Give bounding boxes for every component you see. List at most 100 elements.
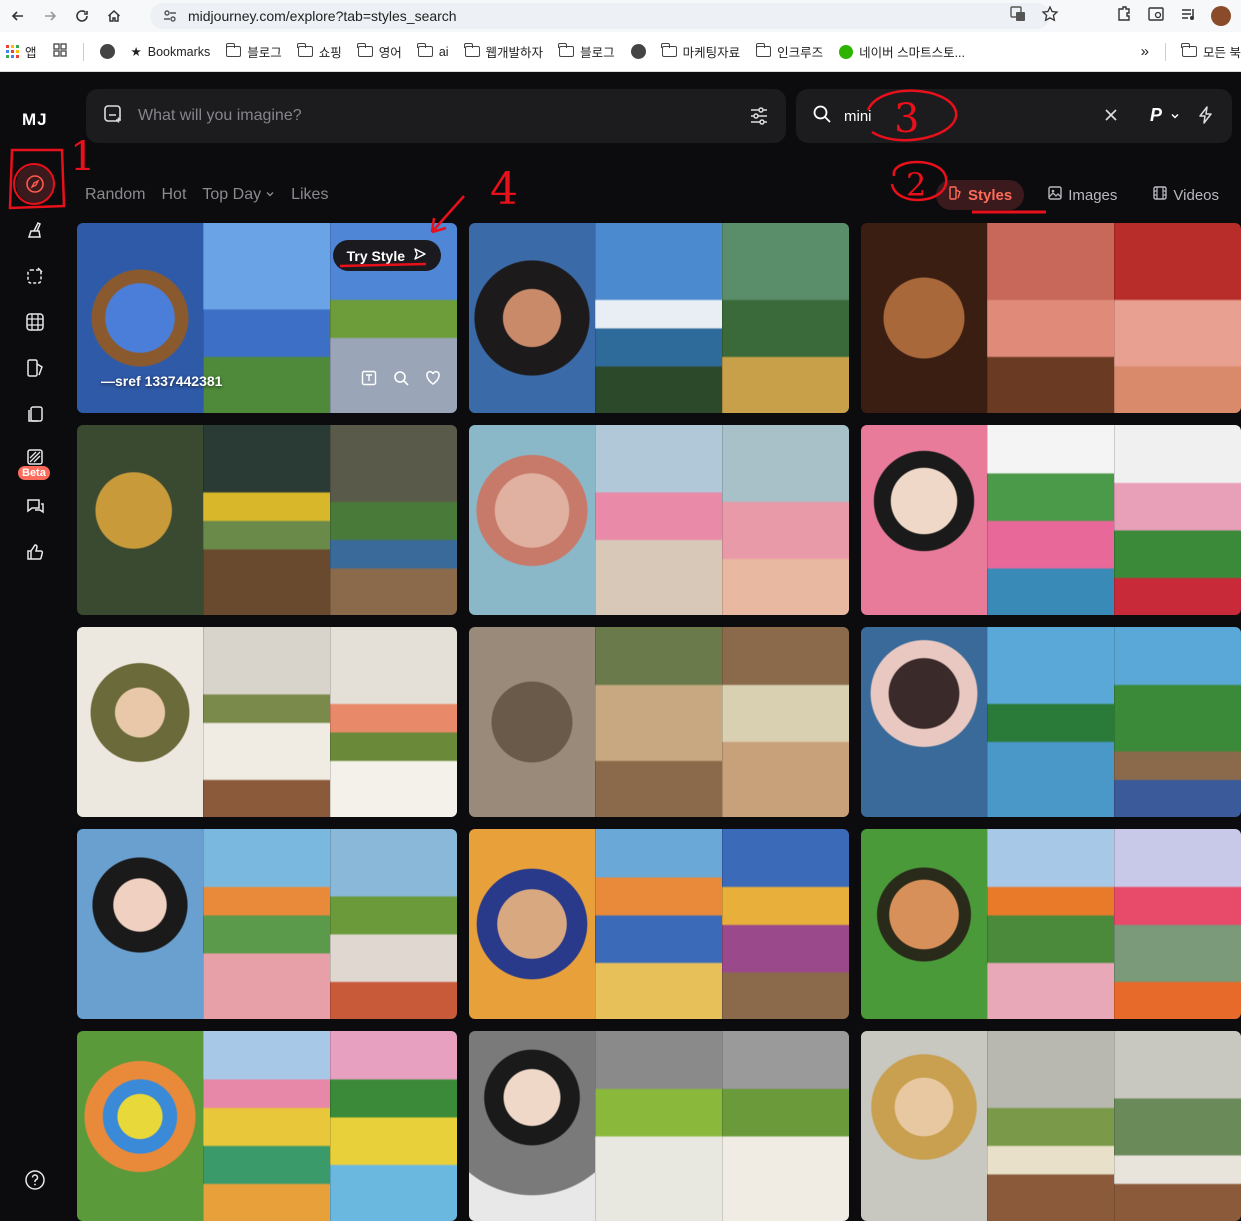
send-icon [413,247,427,264]
create-brush-icon[interactable] [20,215,50,245]
reload-icon[interactable] [68,2,96,30]
folder-icon [463,43,480,57]
tab-videos[interactable]: Videos [1141,180,1231,210]
style-thumbnail [722,223,849,413]
bookmark-apps[interactable]: 앱 [6,42,37,61]
bookmark-folder[interactable]: 블로그 [225,42,282,61]
style-thumbnail [1114,223,1241,413]
style-thumbnail [203,425,330,615]
style-thumbnail [595,627,722,817]
bookmark-folder[interactable]: 영어 [357,42,402,61]
style-thumbnail [469,1031,595,1221]
tab-search-icon[interactable] [1147,5,1165,28]
style-thumbnail [595,829,722,1019]
style-card[interactable] [469,425,849,615]
bookmark-folder[interactable]: 블로그 [558,42,615,61]
chat-icon[interactable] [20,491,50,521]
tab-images[interactable]: Images [1036,180,1129,210]
style-card[interactable] [861,425,1241,615]
edit-icon[interactable] [20,261,50,291]
personalize-icon[interactable] [20,353,50,383]
style-thumbnail [1114,425,1241,615]
back-icon[interactable] [4,2,32,30]
image-icon [1048,186,1062,204]
style-thumbnail [987,1031,1114,1221]
style-thumbnail [987,829,1114,1019]
folder-icon [297,43,313,57]
bookmark-folder[interactable]: 웹개발하자 [463,42,543,61]
style-card[interactable] [77,1031,457,1221]
style-card[interactable] [77,829,457,1019]
tab-hot[interactable]: Hot [161,186,186,204]
tab-top-day[interactable]: Top Day [202,186,275,204]
style-card[interactable] [861,627,1241,817]
style-thumbnail [861,223,987,413]
organize-grid-icon[interactable] [20,307,50,337]
personalize-toggle[interactable]: P [1150,105,1180,126]
lightning-icon[interactable] [1196,105,1216,130]
text-icon[interactable] [361,370,377,391]
thumbs-up-icon[interactable] [20,537,50,567]
bookmark-folder[interactable]: 쇼핑 [297,42,342,61]
style-thumbnail [330,627,457,817]
style-card[interactable] [861,829,1241,1019]
prompt-bar[interactable]: What will you imagine? [86,89,786,143]
naver-icon [839,44,854,59]
bookmark-folder[interactable]: 마케팅자료 [660,42,740,61]
style-card[interactable] [861,223,1241,413]
style-card[interactable] [469,1031,849,1221]
style-thumbnail [595,223,722,413]
style-card[interactable] [469,829,849,1019]
tab-likes[interactable]: Likes [291,186,328,204]
all-bookmarks[interactable]: 모든 북 [1181,42,1241,61]
bookmark-naver[interactable]: 네이버 스마트스토... [839,42,965,61]
settings-sliders-icon[interactable] [748,105,770,132]
try-style-label: Try Style [346,247,405,264]
tab-styles[interactable]: Styles [936,180,1025,210]
translate-icon[interactable] [1009,5,1027,28]
try-style-button[interactable]: Try Style [332,240,441,271]
bookmark-folder[interactable]: ai [417,43,449,59]
bookmark-label: 모든 북 [1203,46,1241,60]
style-thumbnail [1114,829,1241,1019]
prompt-placeholder: What will you imagine? [138,107,302,124]
bookmark-folder[interactable]: 인크루즈 [755,42,823,61]
add-image-icon[interactable] [102,103,124,130]
tab-groups-icon[interactable] [52,43,67,60]
search-input[interactable] [844,107,1064,125]
tab-random[interactable]: Random [85,186,145,204]
globe-icon[interactable] [99,44,115,59]
moodboards-icon[interactable] [20,399,50,429]
style-card[interactable] [861,1031,1241,1221]
help-icon[interactable] [20,1165,50,1195]
tab-images-label: Images [1068,186,1118,204]
style-thumbnail [330,829,457,1019]
profile-avatar[interactable] [1211,6,1231,26]
star-icon: ★ [130,45,142,59]
style-card[interactable] [77,627,457,817]
styles-icon [948,186,962,204]
search-icon[interactable] [393,370,409,391]
extensions-icon[interactable] [1115,5,1133,28]
bookmark-bookmarks[interactable]: ★ Bookmarks [130,44,211,60]
site-info-icon[interactable] [162,8,178,24]
forward-icon[interactable] [36,2,64,30]
style-thumbnail [722,627,849,817]
style-card[interactable] [469,627,849,817]
style-thumbnail [469,627,595,817]
mj-logo[interactable]: MJ [22,110,48,130]
media-control-icon[interactable] [1179,5,1197,28]
style-card[interactable] [469,223,849,413]
address-bar[interactable]: midjourney.com/explore?tab=styles_search [150,3,1050,29]
bookmark-label: 앱 [25,46,37,60]
explore-icon[interactable] [16,165,54,203]
heart-icon[interactable] [425,370,441,391]
bookmarks-overflow-icon[interactable]: » [1141,43,1149,60]
style-thumbnail [861,425,987,615]
style-card[interactable] [77,425,457,615]
home-icon[interactable] [100,2,128,30]
globe-icon[interactable] [630,44,646,59]
star-icon[interactable] [1041,4,1059,28]
close-icon[interactable] [1102,106,1120,129]
style-card[interactable]: Try Style —sref 1337442381 [77,223,457,413]
